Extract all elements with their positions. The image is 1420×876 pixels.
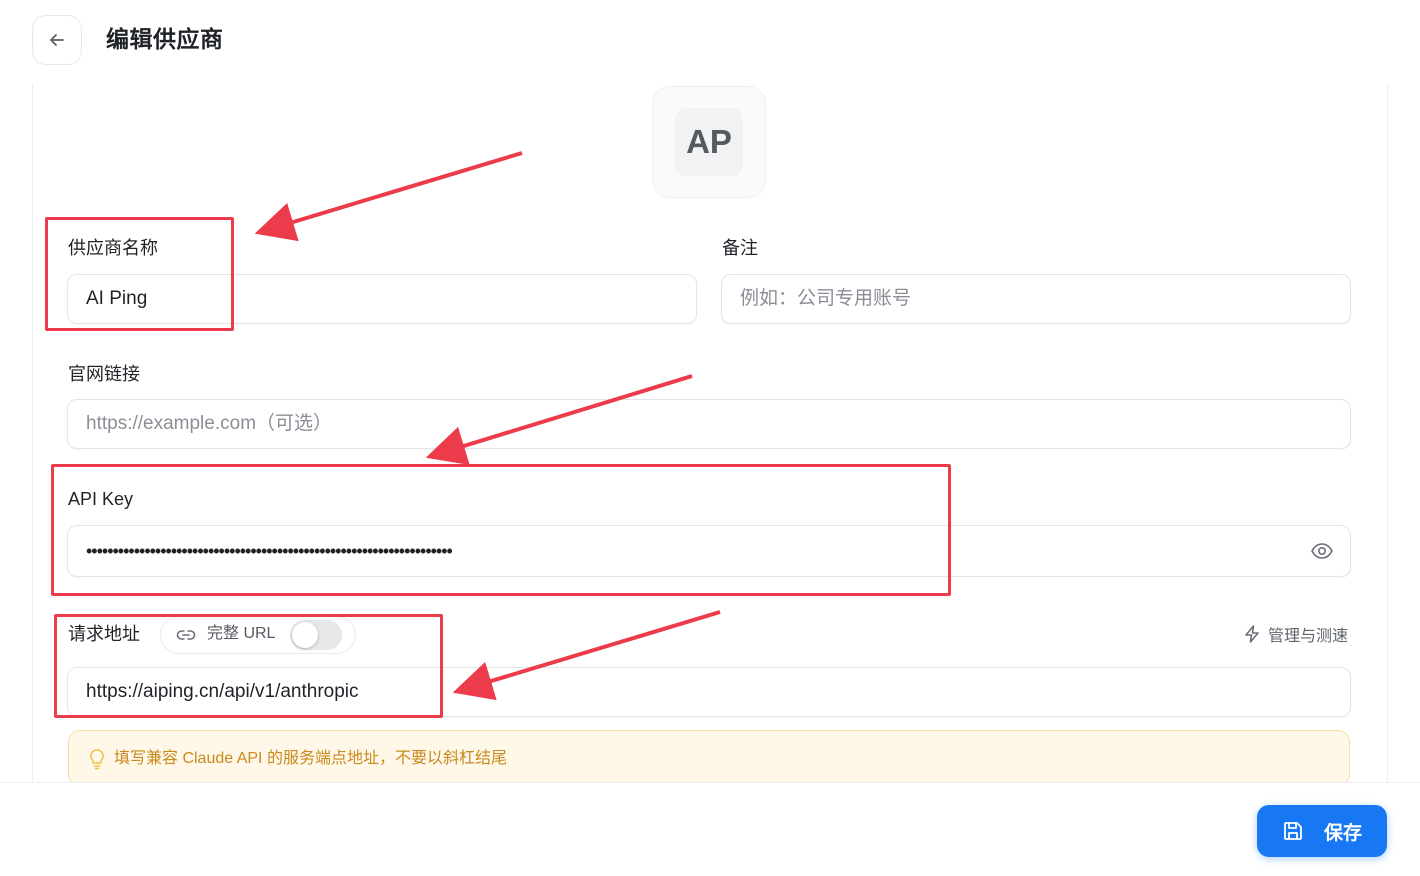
header: 编辑供应商 [0, 0, 1420, 80]
provider-avatar[interactable]: AP [652, 86, 766, 198]
lightbulb-icon [90, 749, 104, 770]
avatar-initials: AP [675, 108, 743, 176]
full-url-toggle-label: 完整 URL [207, 625, 276, 642]
full-url-switch[interactable] [290, 620, 342, 650]
provider-name-label: 供应商名称 [68, 238, 158, 258]
note-input[interactable] [721, 274, 1351, 324]
eye-icon [1311, 543, 1333, 559]
request-url-label: 请求地址 [68, 624, 140, 644]
manage-speedtest-link[interactable]: 管理与测速 [1242, 622, 1348, 646]
back-button[interactable] [32, 15, 82, 65]
api-key-input[interactable] [67, 525, 1351, 577]
manage-speedtest-label: 管理与测速 [1268, 628, 1349, 645]
provider-name-input[interactable] [67, 274, 697, 324]
link-icon [176, 630, 196, 640]
page: 编辑供应商 AP 供应商名称 备注 官网链接 API Key 请求地址 完整 U… [0, 0, 1420, 876]
page-title: 编辑供应商 [106, 26, 224, 52]
note-label: 备注 [722, 238, 758, 258]
save-button[interactable]: 保存 [1257, 805, 1387, 857]
website-label: 官网链接 [68, 364, 140, 384]
request-url-input[interactable] [67, 667, 1351, 717]
switch-knob [292, 622, 318, 648]
footer-bar [0, 782, 1420, 876]
save-icon [1284, 822, 1302, 840]
website-input[interactable] [67, 399, 1351, 449]
lightning-icon [1245, 625, 1259, 643]
save-label: 保存 [1323, 822, 1362, 844]
hint-text: 填写兼容 Claude API 的服务端点地址，不要以斜杠结尾 [114, 750, 507, 767]
api-key-label: API Key [68, 489, 134, 509]
arrow-left-icon [50, 34, 64, 46]
reveal-api-key-button[interactable] [1308, 538, 1336, 564]
